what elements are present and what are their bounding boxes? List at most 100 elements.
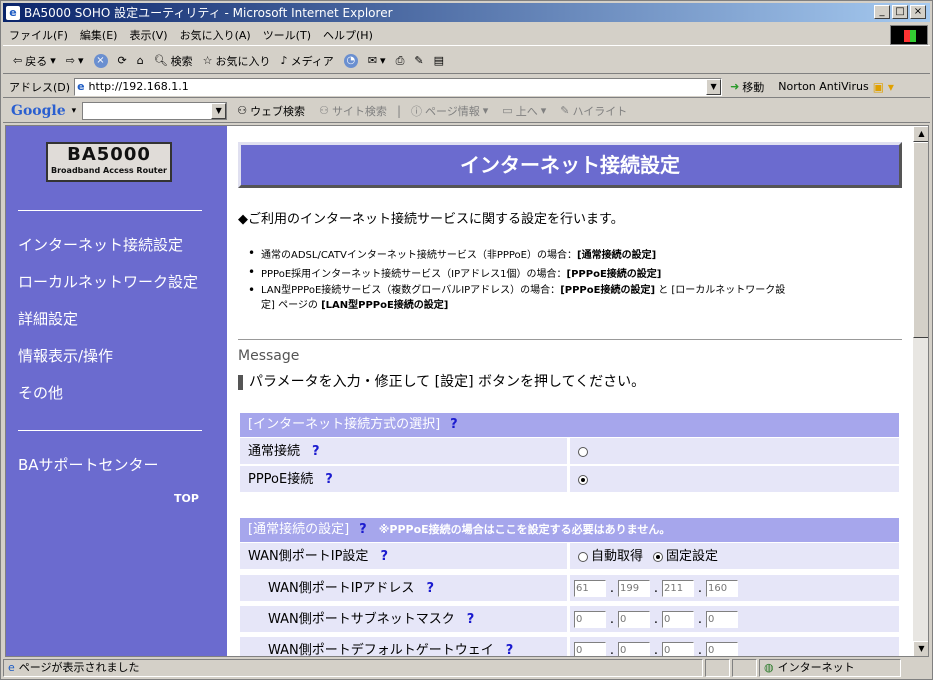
sidebar-item-advanced[interactable]: 詳細設定	[18, 308, 78, 329]
ip-octet-4-input[interactable]: 160	[706, 580, 738, 597]
table-row: WAN側ポートデフォルトゲートウェイ? 0.0.0.0	[240, 637, 899, 656]
auto-label: 自動取得	[591, 549, 644, 564]
table-row: WAN側ポートIP設定? 自動取得 固定設定	[240, 543, 899, 570]
sidebar-item-info[interactable]: 情報表示/操作	[18, 345, 113, 366]
window-controls: _ □ ×	[874, 5, 926, 19]
main-panel: インターネット接続設定 ◆ご利用のインターネット接続サービスに関する設定を行いま…	[227, 126, 913, 656]
maximize-button[interactable]: □	[892, 5, 908, 19]
norton-icon[interactable]: ▣ ▾	[873, 80, 894, 94]
ba5000-logo[interactable]: BA5000 Broadband Access Router	[46, 142, 172, 182]
normal-connection-link[interactable]: [通常接続の設定]	[577, 250, 656, 261]
mask-octet-2-input[interactable]: 0	[618, 611, 650, 628]
page-info-button[interactable]: ⓘ ページ情報 ▾	[407, 103, 492, 119]
help-icon[interactable]: ?	[467, 612, 475, 627]
help-icon[interactable]: ?	[426, 581, 434, 596]
list-item: LAN型PPPoE接続サービス（複数グローバルIPアドレス）の場合：[PPPoE…	[248, 283, 891, 313]
section-note: ※PPPoE接続の場合はここを設定する必要はありません。	[378, 523, 671, 536]
vertical-scrollbar[interactable]: ▲ ▼	[913, 126, 928, 656]
stop-button[interactable]: ×	[90, 53, 112, 68]
table-row: WAN側ポートサブネットマスク? 0.0.0.0	[240, 606, 899, 633]
search-button[interactable]: 🔍︎ 検索	[150, 53, 197, 69]
mask-octet-4-input[interactable]: 0	[706, 611, 738, 628]
lan-pppoe-link[interactable]: [LAN型PPPoE接続の設定]	[321, 300, 448, 311]
history-button[interactable]: ◔	[340, 53, 362, 68]
help-icon[interactable]: ?	[325, 472, 333, 487]
help-icon[interactable]: ?	[312, 444, 320, 459]
help-icon[interactable]: ?	[359, 522, 367, 537]
google-dropdown-icon[interactable]: ▾	[72, 106, 77, 116]
favorites-button[interactable]: ☆ お気に入り	[199, 53, 275, 69]
sidebar-item-other[interactable]: その他	[18, 382, 63, 403]
help-icon[interactable]: ?	[380, 549, 388, 564]
minimize-button[interactable]: _	[874, 5, 890, 19]
forward-button[interactable]: ⇨ ▾	[62, 54, 88, 67]
auto-radio[interactable]	[578, 551, 588, 562]
scroll-thumb[interactable]	[913, 142, 928, 338]
edit-button[interactable]: ✎	[410, 54, 427, 67]
print-icon: ⎙	[395, 53, 405, 67]
norton-toolbar[interactable]: Norton AntiVirus	[778, 80, 868, 93]
menu-edit[interactable]: 編集(E)	[74, 27, 124, 43]
sidebar-item-support[interactable]: BAサポートセンター	[18, 454, 159, 475]
menu-view[interactable]: 表示(V)	[123, 27, 173, 43]
normal-connection-radio[interactable]	[578, 446, 588, 457]
ip-octet-2-input[interactable]: 199	[618, 580, 650, 597]
refresh-button[interactable]: ⟳	[114, 54, 131, 67]
gw-octet-3-input[interactable]: 0	[662, 642, 694, 656]
scroll-down-icon[interactable]: ▼	[913, 641, 928, 656]
fixed-radio[interactable]	[653, 551, 664, 562]
info-icon: ⓘ	[410, 104, 422, 118]
help-icon[interactable]: ?	[506, 643, 514, 656]
print-button[interactable]: ⎙	[392, 54, 409, 68]
address-label: アドレス(D)	[9, 80, 71, 94]
sidebar-item-local-network[interactable]: ローカルネットワーク設定	[18, 271, 198, 292]
address-dropdown-icon[interactable]: ▼	[706, 78, 722, 95]
home-button[interactable]: ⌂	[133, 54, 148, 67]
google-logo[interactable]: Google	[11, 103, 66, 119]
gw-octet-1-input[interactable]: 0	[574, 642, 606, 656]
gw-octet-4-input[interactable]: 0	[706, 642, 738, 656]
web-search-button[interactable]: ⚇ ウェブ検索	[233, 103, 309, 119]
page-icon: e	[77, 80, 85, 93]
pppoe-connection-radio[interactable]	[578, 474, 588, 485]
message-marker	[238, 374, 243, 390]
menu-file[interactable]: ファイル(F)	[3, 27, 74, 43]
globe-icon: ◍	[764, 661, 774, 674]
sidebar-item-internet[interactable]: インターネット接続設定	[18, 234, 183, 255]
media-icon: ♪	[280, 54, 288, 67]
folder-icon: ▭	[502, 104, 513, 117]
address-input[interactable]: e http://192.168.1.1 ▼	[74, 77, 723, 96]
address-bar: アドレス(D) e http://192.168.1.1 ▼ ➜ 移動 Norto…	[3, 76, 930, 98]
menu-help[interactable]: ヘルプ(H)	[317, 27, 379, 43]
up-button[interactable]: ▭ 上へ ▾	[498, 103, 550, 119]
help-icon[interactable]: ?	[450, 417, 458, 432]
pppoe-connection-link[interactable]: [PPPoE接続の設定]	[560, 285, 655, 296]
menu-bar: ファイル(F) 編集(E) 表示(V) お気に入り(A) ツール(T) ヘルプ(…	[3, 24, 930, 46]
menu-tools[interactable]: ツール(T)	[257, 27, 317, 43]
pppoe-connection-link[interactable]: [PPPoE接続の設定]	[567, 269, 662, 280]
mask-octet-3-input[interactable]: 0	[662, 611, 694, 628]
ip-octet-3-input[interactable]: 211	[662, 580, 694, 597]
divider	[238, 339, 902, 340]
mask-octet-1-input[interactable]: 0	[574, 611, 606, 628]
close-button[interactable]: ×	[910, 5, 926, 19]
google-search-input[interactable]: ▼	[82, 101, 228, 120]
back-button[interactable]: ⇦ 戻る ▾	[9, 53, 60, 69]
message-text: パラメータを入力・修正して [設定] ボタンを押してください。	[238, 371, 645, 391]
wan-ip-setting-label: WAN側ポートIP設定	[248, 549, 369, 564]
mail-button[interactable]: ✉ ▾	[364, 54, 390, 67]
list-item: PPPoE採用インターネット接続サービス（IPアドレス1個）の場合：[PPPoE…	[248, 265, 662, 280]
media-button[interactable]: ♪ メディア	[277, 53, 338, 69]
top-link[interactable]: TOP	[174, 492, 199, 505]
menu-favorites[interactable]: お気に入り(A)	[174, 27, 257, 43]
scroll-up-icon[interactable]: ▲	[913, 126, 928, 142]
ip-octet-1-input[interactable]: 61	[574, 580, 606, 597]
discuss-icon: ▤	[433, 54, 444, 67]
gw-octet-2-input[interactable]: 0	[618, 642, 650, 656]
google-search-dropdown-icon[interactable]: ▼	[211, 102, 227, 119]
highlight-button[interactable]: ✎ ハイライト	[556, 103, 631, 119]
go-button[interactable]: ➜ 移動	[726, 79, 768, 95]
status-pane	[732, 659, 757, 677]
site-search-button[interactable]: ⚇ サイト検索	[315, 103, 391, 119]
discuss-button[interactable]: ▤	[430, 54, 448, 67]
